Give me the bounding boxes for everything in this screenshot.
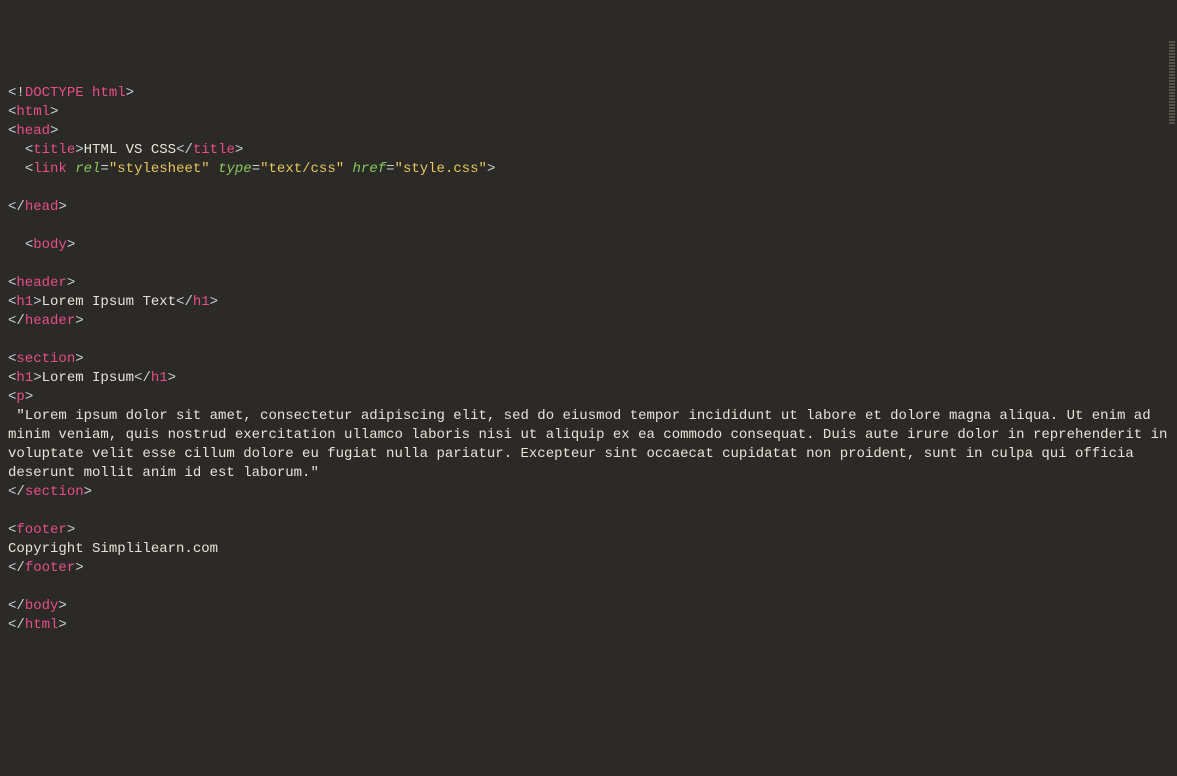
h1-open-tag-2: h1 — [16, 370, 33, 386]
rel-value: "stylesheet" — [109, 161, 210, 177]
minimap[interactable] — [1169, 3, 1175, 103]
paragraph-text: "Lorem ipsum dolor sit amet, consectetur… — [8, 408, 1176, 481]
head-close-tag: head — [25, 199, 59, 215]
footer-text: Copyright Simplilearn.com — [8, 541, 218, 557]
section-open-tag: section — [16, 351, 75, 367]
code-editor-content[interactable]: <!DOCTYPE html> <html> <head> <title>HTM… — [8, 84, 1169, 635]
title-close-tag: title — [193, 142, 235, 158]
href-value: "style.css" — [395, 161, 487, 177]
h1-close-tag-1: h1 — [193, 294, 210, 310]
head-open-tag: head — [16, 123, 50, 139]
href-attr: href — [353, 161, 387, 177]
html-open-tag: html — [16, 104, 50, 120]
section-close-tag: section — [25, 484, 84, 500]
rel-attr: rel — [75, 161, 100, 177]
h1-section-text: Lorem Ipsum — [42, 370, 134, 386]
body-close-tag: body — [25, 598, 59, 614]
h1-close-tag-2: h1 — [151, 370, 168, 386]
h1-header-text: Lorem Ipsum Text — [42, 294, 176, 310]
link-tag: link — [33, 161, 67, 177]
title-open-tag: title — [33, 142, 75, 158]
header-close-tag: header — [25, 313, 75, 329]
type-attr: type — [218, 161, 252, 177]
footer-close-tag: footer — [25, 560, 75, 576]
doctype-tag: DOCTYPE html — [25, 85, 126, 101]
html-close-tag: html — [25, 617, 59, 633]
title-text: HTML VS CSS — [84, 142, 176, 158]
type-value: "text/css" — [260, 161, 344, 177]
h1-open-tag-1: h1 — [16, 294, 33, 310]
body-open-tag: body — [33, 237, 67, 253]
p-open-tag: p — [16, 389, 24, 405]
footer-open-tag: footer — [16, 522, 66, 538]
header-open-tag: header — [16, 275, 66, 291]
